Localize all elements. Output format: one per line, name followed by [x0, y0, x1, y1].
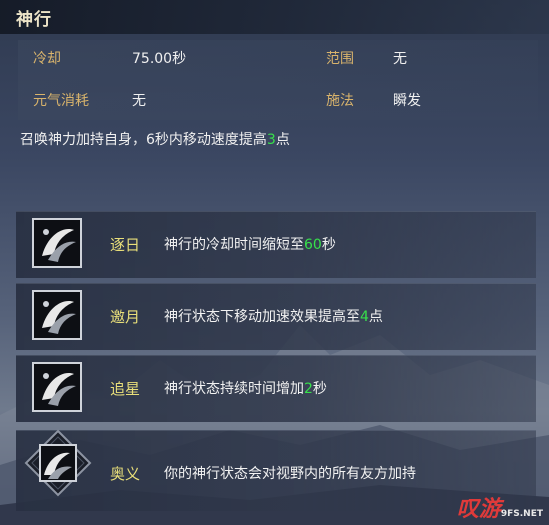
range-label: 范围	[326, 51, 354, 67]
cast-label: 施法	[326, 93, 354, 109]
title-bar: 神行	[0, 0, 549, 34]
cost-label: 元气消耗	[33, 93, 89, 109]
upgrade-name: 逐日	[110, 236, 141, 254]
wind-swirl-icon	[32, 290, 82, 340]
cooldown-label: 冷却	[33, 51, 61, 67]
upgrade-row-zhuri[interactable]: 逐日 神行的冷却时间缩短至60秒	[16, 211, 536, 278]
highlight-number: 2	[304, 381, 313, 397]
upgrade-text: 神行状态持续时间增加2秒	[164, 381, 327, 397]
upgrade-name: 奥义	[110, 465, 141, 483]
highlight-number: 60	[304, 237, 322, 253]
upgrade-text: 神行的冷却时间缩短至60秒	[164, 237, 336, 253]
wind-swirl-icon	[32, 218, 82, 268]
highlight-number: 4	[360, 309, 369, 325]
skill-title: 神行	[16, 10, 52, 30]
range-value: 无	[393, 51, 407, 67]
skill-stats-panel: 冷却 75.00秒 范围 无 元气消耗 无 施法 瞬发	[18, 40, 538, 120]
upgrade-text: 神行状态下移动加速效果提高至4点	[164, 309, 383, 325]
skill-description: 召唤神力加持自身，6秒内移动速度提高3点	[20, 132, 290, 148]
highlight-number: 3	[266, 132, 276, 148]
cost-value: 无	[132, 93, 146, 109]
wind-swirl-icon	[32, 362, 82, 412]
cast-value: 瞬发	[393, 93, 421, 109]
upgrade-name: 追星	[110, 380, 141, 398]
wind-swirl-diamond-icon	[24, 429, 92, 497]
upgrade-row-zhuixing[interactable]: 追星 神行状态持续时间增加2秒	[16, 355, 536, 422]
upgrade-text: 你的神行状态会对视野内的所有友方加持	[164, 466, 416, 482]
upgrade-name: 邀月	[110, 308, 141, 326]
cooldown-value: 75.00秒	[132, 51, 187, 67]
upgrade-row-yaoyue[interactable]: 邀月 神行状态下移动加速效果提高至4点	[16, 283, 536, 350]
watermark-logo: 叹游9FS.NET	[456, 497, 543, 522]
